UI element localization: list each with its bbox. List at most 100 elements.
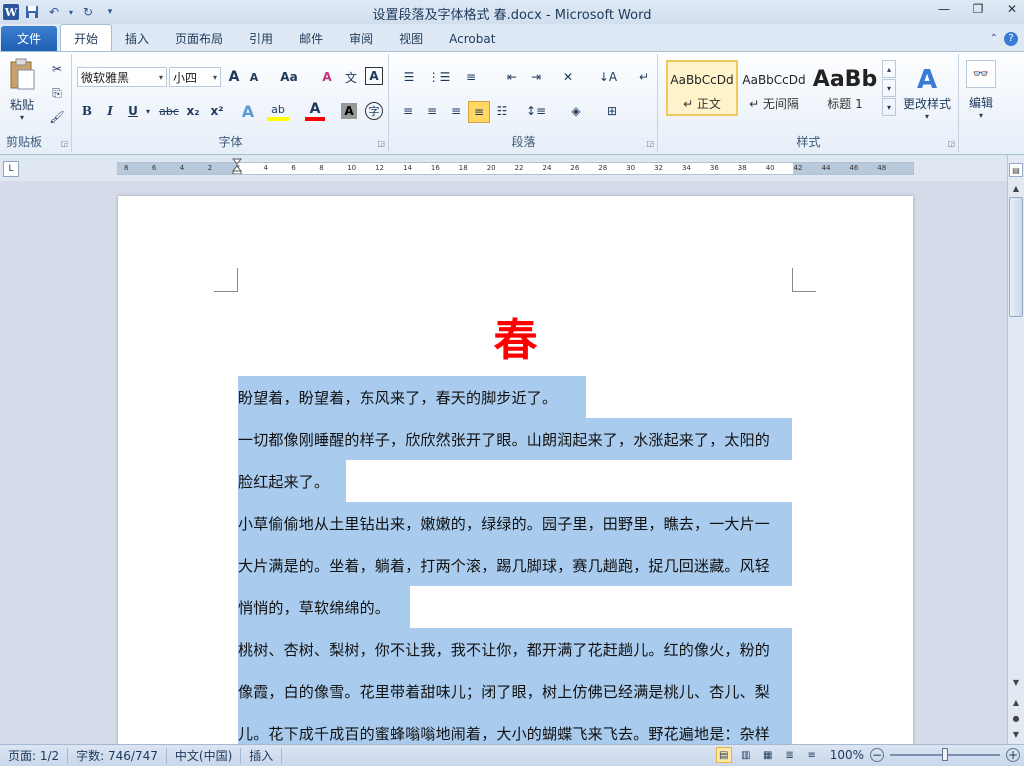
subscript-button[interactable]: x₂: [183, 101, 203, 121]
text-line[interactable]: 小草偷偷地从土里钻出来，嫩嫩的，绿绿的。园子里，田野里，瞧去，一大片一: [238, 502, 792, 544]
decrease-indent-icon[interactable]: ⇤: [502, 67, 522, 87]
font-size-select[interactable]: 小四 ▾: [169, 67, 221, 87]
text-line[interactable]: 儿。花下成千成百的蜜蜂嗡嗡地闹着，大小的蝴蝶飞来飞去。野花遍地是：杂样: [238, 712, 792, 744]
outline-view-icon[interactable]: ≣: [782, 747, 798, 763]
indent-marker-icon[interactable]: [232, 158, 242, 174]
text-effects-icon[interactable]: A: [237, 101, 259, 121]
enclose-characters-icon[interactable]: 字: [365, 102, 383, 120]
character-border-icon[interactable]: A: [365, 67, 383, 85]
clipboard-launcher-icon[interactable]: ◲: [60, 139, 68, 148]
font-color-icon[interactable]: A: [305, 101, 325, 121]
style-no-spacing[interactable]: AaBbCcDd ↵ 无间隔: [738, 60, 810, 116]
tab-view[interactable]: 视图: [386, 26, 436, 51]
text-line[interactable]: 脸红起来了。: [238, 460, 346, 502]
align-right-icon[interactable]: ≡: [446, 101, 466, 121]
ruler-toggle-icon[interactable]: ▤: [1009, 163, 1023, 177]
tab-file[interactable]: 文件: [1, 26, 57, 51]
web-layout-icon[interactable]: ▦: [760, 747, 776, 763]
underline-dropdown-icon[interactable]: ▾: [143, 101, 153, 121]
paragraph-launcher-icon[interactable]: ◲: [646, 139, 654, 148]
browse-object-icon[interactable]: ●: [1009, 711, 1023, 725]
styles-scroll-up-icon[interactable]: ▴: [882, 60, 896, 78]
styles-launcher-icon[interactable]: ◲: [947, 139, 955, 148]
language-status[interactable]: 中文(中国): [167, 747, 242, 764]
zoom-slider-knob[interactable]: [942, 748, 948, 761]
bullets-icon[interactable]: ☰: [398, 67, 420, 87]
styles-scroll-down-icon[interactable]: ▾: [882, 79, 896, 97]
chinese-layout-icon[interactable]: ✕: [556, 67, 580, 87]
tab-review[interactable]: 审阅: [336, 26, 386, 51]
minimize-ribbon-icon[interactable]: ⌃: [990, 33, 998, 44]
format-painter-icon[interactable]: 🖌: [48, 108, 66, 126]
superscript-button[interactable]: x²: [207, 101, 227, 121]
character-shading-icon[interactable]: A: [341, 103, 357, 119]
zoom-level[interactable]: 100%: [830, 748, 864, 762]
font-launcher-icon[interactable]: ◲: [377, 139, 385, 148]
change-styles-button[interactable]: A 更改样式 ▾: [899, 58, 955, 128]
strikethrough-button[interactable]: abc: [157, 101, 181, 121]
tab-references[interactable]: 引用: [236, 26, 286, 51]
italic-button[interactable]: I: [100, 101, 120, 121]
text-line[interactable]: 像霞，白的像雪。花里带着甜味儿；闭了眼，树上仿佛已经满是桃儿、杏儿、梨: [238, 670, 792, 712]
line-spacing-icon[interactable]: ↕≡: [524, 101, 548, 121]
clear-formatting-icon[interactable]: A: [317, 67, 337, 87]
numbering-icon[interactable]: ⋮☰: [428, 67, 451, 87]
tab-acrobat[interactable]: Acrobat: [436, 26, 508, 51]
scroll-down-icon[interactable]: ▼: [1009, 675, 1023, 689]
document-page[interactable]: 春 盼望着，盼望着，东风来了，春天的脚步近了。 一切都像刚睡醒的样子，欣欣然张开…: [118, 196, 913, 744]
next-page-icon[interactable]: ▼: [1009, 727, 1023, 741]
show-marks-icon[interactable]: ↵: [636, 67, 652, 87]
close-button[interactable]: ✕: [1006, 2, 1018, 16]
copy-icon[interactable]: ⎘: [48, 84, 66, 102]
increase-indent-icon[interactable]: ⇥: [526, 67, 546, 87]
style-heading-1[interactable]: AaBb 标题 1: [810, 60, 880, 116]
tab-selector-icon[interactable]: L: [3, 161, 19, 177]
text-line[interactable]: 盼望着，盼望着，东风来了，春天的脚步近了。: [238, 376, 586, 418]
text-line[interactable]: 悄悄的，草软绵绵的。: [238, 586, 410, 628]
zoom-out-icon[interactable]: −: [870, 748, 884, 762]
restore-button[interactable]: ❐: [972, 2, 984, 16]
tab-mailings[interactable]: 邮件: [286, 26, 336, 51]
distributed-icon[interactable]: ☷: [492, 101, 512, 121]
align-center-icon[interactable]: ≡: [422, 101, 442, 121]
paste-button[interactable]: 粘贴 ▾: [4, 56, 40, 124]
editing-button[interactable]: 👓 编辑 ▾: [962, 58, 1000, 122]
text-line[interactable]: 大片满是的。坐着，躺着，打两个滚，踢几脚球，赛几趟跑，捉几回迷藏。风轻: [238, 544, 792, 586]
grow-font-icon[interactable]: A: [225, 67, 243, 87]
vertical-scrollbar[interactable]: ▤ ▲ ▼ ▲ ● ▼: [1007, 155, 1024, 744]
tab-page-layout[interactable]: 页面布局: [162, 26, 236, 51]
styles-more-icon[interactable]: ▾: [882, 98, 896, 116]
style-normal[interactable]: AaBbCcDd ↵ 正文: [666, 60, 738, 116]
align-left-icon[interactable]: ≡: [398, 101, 418, 121]
full-screen-reading-icon[interactable]: ▥: [738, 747, 754, 763]
bold-button[interactable]: B: [77, 101, 97, 121]
tab-home[interactable]: 开始: [60, 24, 113, 51]
text-line[interactable]: 桃树、杏树、梨树，你不让我，我不让你，都开满了花赶趟儿。红的像火，粉的: [238, 628, 792, 670]
justify-icon[interactable]: ≡: [468, 101, 490, 123]
change-case-button[interactable]: Aa: [277, 67, 301, 87]
underline-button[interactable]: U: [123, 101, 143, 121]
font-name-select[interactable]: 微软雅黑 ▾: [77, 67, 167, 87]
borders-icon[interactable]: ⊞: [600, 101, 624, 121]
text-line[interactable]: 一切都像刚睡醒的样子，欣欣然张开了眼。山朗润起来了，水涨起来了，太阳的: [238, 418, 792, 460]
highlight-icon[interactable]: ab: [267, 101, 289, 121]
insert-mode-status[interactable]: 插入: [241, 747, 283, 764]
help-icon[interactable]: ?: [1004, 31, 1018, 46]
scroll-thumb[interactable]: [1009, 197, 1023, 317]
shading-icon[interactable]: ◈: [564, 101, 588, 121]
document-title[interactable]: 春: [118, 304, 913, 368]
page-count-status[interactable]: 页面: 1/2: [0, 747, 69, 764]
zoom-in-icon[interactable]: +: [1006, 748, 1020, 762]
phonetic-guide-icon[interactable]: 文: [341, 67, 361, 87]
tab-insert[interactable]: 插入: [112, 26, 162, 51]
document-area[interactable]: 春 盼望着，盼望着，东风来了，春天的脚步近了。 一切都像刚睡醒的样子，欣欣然张开…: [0, 181, 1007, 744]
word-count-status[interactable]: 字数: 746/747: [68, 747, 167, 764]
cut-icon[interactable]: ✂: [48, 60, 66, 78]
sort-icon[interactable]: ↓A: [598, 67, 618, 87]
zoom-slider[interactable]: [890, 748, 1000, 761]
multilevel-list-icon[interactable]: ≡: [460, 67, 482, 87]
draft-view-icon[interactable]: ≡: [804, 747, 820, 763]
shrink-font-icon[interactable]: A: [245, 67, 263, 87]
previous-page-icon[interactable]: ▲: [1009, 695, 1023, 709]
print-layout-view-icon[interactable]: ▤: [715, 747, 732, 763]
